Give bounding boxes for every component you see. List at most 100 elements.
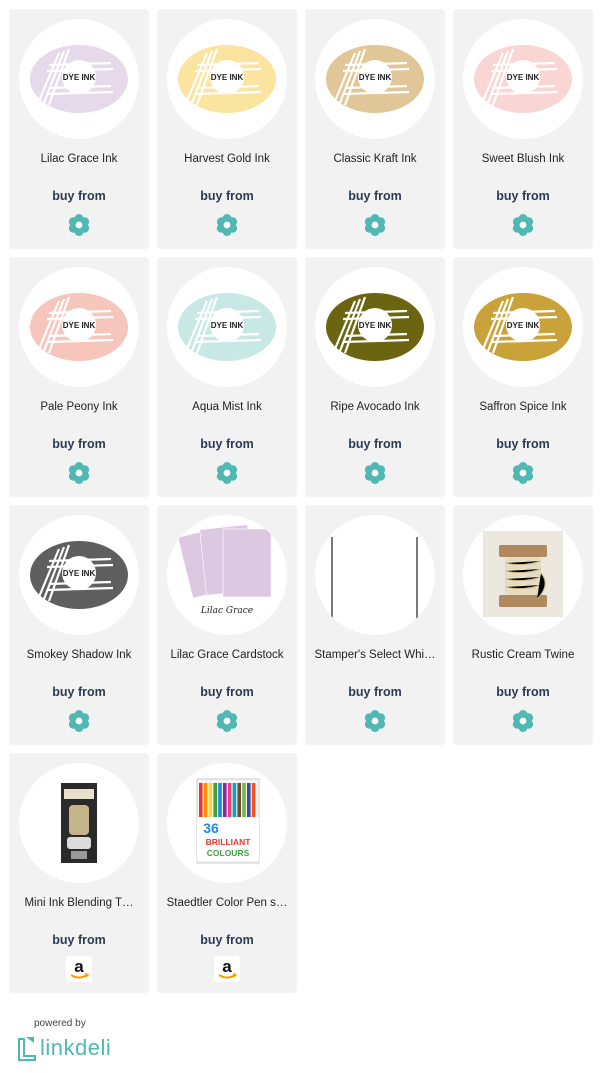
product-image[interactable]: DYE INK <box>315 19 435 139</box>
product-card[interactable]: DYE INK Pale Peony Ink buy from <box>9 257 149 497</box>
product-image[interactable]: 36 BRILLIANT COLOURS <box>167 763 287 883</box>
ink-pad-image: DYE INK <box>178 293 276 361</box>
flower-store-icon <box>512 710 534 732</box>
store-link[interactable] <box>214 460 240 486</box>
product-title[interactable]: Stamper's Select Whi… <box>309 649 441 662</box>
linkdeli-logo-icon <box>18 1037 36 1061</box>
store-link[interactable] <box>66 708 92 734</box>
product-title[interactable]: Smokey Shadow Ink <box>13 649 145 662</box>
product-image[interactable] <box>315 515 435 635</box>
flower-store-icon <box>68 710 90 732</box>
product-title[interactable]: Classic Kraft Ink <box>309 153 441 166</box>
flower-store-icon <box>364 462 386 484</box>
product-image[interactable]: DYE INK <box>463 19 583 139</box>
product-card[interactable]: DYE INK Smokey Shadow Ink buy from <box>9 505 149 745</box>
color-pens-image: 36 BRILLIANT COLOURS <box>196 778 260 864</box>
store-link[interactable] <box>362 212 388 238</box>
pens-brilliant-label: BRILLIANT <box>206 837 252 847</box>
ink-brand-label: DYE INK <box>359 73 392 82</box>
ink-brand-label: DYE INK <box>359 321 392 330</box>
product-card[interactable]: Lilac Grace Lilac Grace Cardstock buy fr… <box>157 505 297 745</box>
flower-store-icon <box>512 214 534 236</box>
store-link[interactable] <box>510 212 536 238</box>
twine-spool-image <box>483 531 563 617</box>
product-card[interactable]: DYE INK Sweet Blush Ink buy from <box>453 9 593 249</box>
buy-from-label: buy from <box>52 685 106 699</box>
product-card[interactable]: DYE INK Ripe Avocado Ink buy from <box>305 257 445 497</box>
store-link[interactable] <box>66 460 92 486</box>
ink-pad-image: DYE INK <box>30 45 128 113</box>
product-title[interactable]: Sweet Blush Ink <box>457 153 589 166</box>
product-card[interactable]: DYE INK Saffron Spice Ink buy from <box>453 257 593 497</box>
product-card[interactable]: DYE INK Classic Kraft Ink buy from <box>305 9 445 249</box>
product-title[interactable]: Ripe Avocado Ink <box>309 401 441 414</box>
buy-from-label: buy from <box>348 685 402 699</box>
amazon-store-icon: a <box>214 956 240 982</box>
ink-brand-label: DYE INK <box>63 73 96 82</box>
product-title[interactable]: Rustic Cream Twine <box>457 649 589 662</box>
ink-pad-image: DYE INK <box>474 293 572 361</box>
product-card[interactable]: Stamper's Select Whi… buy from <box>305 505 445 745</box>
product-title[interactable]: Aqua Mist Ink <box>161 401 293 414</box>
product-title[interactable]: Saffron Spice Ink <box>457 401 589 414</box>
product-title[interactable]: Mini Ink Blending T… <box>13 897 145 910</box>
flower-store-icon <box>216 710 238 732</box>
store-link[interactable] <box>362 460 388 486</box>
flower-store-icon <box>512 462 534 484</box>
product-image[interactable] <box>19 763 139 883</box>
product-grid: DYE INK Lilac Grace Ink buy from DYE INK… <box>9 9 593 993</box>
ink-brand-label: DYE INK <box>211 73 244 82</box>
product-title[interactable]: Staedtler Color Pen s… <box>161 897 293 910</box>
product-title[interactable]: Harvest Gold Ink <box>161 153 293 166</box>
product-image[interactable]: DYE INK <box>167 19 287 139</box>
store-link[interactable] <box>510 708 536 734</box>
ink-brand-label: DYE INK <box>507 321 540 330</box>
buy-from-label: buy from <box>496 685 550 699</box>
product-title[interactable]: Lilac Grace Ink <box>13 153 145 166</box>
product-card[interactable]: Mini Ink Blending T… buy from a <box>9 753 149 993</box>
store-link[interactable] <box>362 708 388 734</box>
product-card[interactable]: DYE INK Lilac Grace Ink buy from <box>9 9 149 249</box>
product-image[interactable]: DYE INK <box>167 267 287 387</box>
flower-store-icon <box>364 214 386 236</box>
buy-from-label: buy from <box>200 437 254 451</box>
buy-from-label: buy from <box>200 189 254 203</box>
product-image[interactable]: Lilac Grace <box>167 515 287 635</box>
powered-by-label: powered by <box>34 1018 86 1029</box>
buy-from-label: buy from <box>496 189 550 203</box>
product-card[interactable]: DYE INK Aqua Mist Ink buy from <box>157 257 297 497</box>
product-image[interactable]: DYE INK <box>19 515 139 635</box>
product-image[interactable]: DYE INK <box>19 267 139 387</box>
ink-pad-image: DYE INK <box>30 541 128 609</box>
flower-store-icon <box>364 710 386 732</box>
buy-from-label: buy from <box>200 933 254 947</box>
buy-from-label: buy from <box>52 933 106 947</box>
store-link[interactable] <box>214 708 240 734</box>
ink-brand-label: DYE INK <box>63 569 96 578</box>
product-image[interactable]: DYE INK <box>463 267 583 387</box>
buy-from-label: buy from <box>496 437 550 451</box>
product-card[interactable]: 36 BRILLIANT COLOURS Staedtler Color Pen… <box>157 753 297 993</box>
linkdeli-logo-text: linkdeli <box>40 1035 112 1060</box>
product-card[interactable]: DYE INK Harvest Gold Ink buy from <box>157 9 297 249</box>
product-image[interactable] <box>463 515 583 635</box>
pens-count-label: 36 <box>203 820 219 836</box>
buy-from-label: buy from <box>348 189 402 203</box>
store-link[interactable] <box>66 212 92 238</box>
product-title[interactable]: Lilac Grace Cardstock <box>161 649 293 662</box>
product-card[interactable]: Rustic Cream Twine buy from <box>453 505 593 745</box>
buy-from-label: buy from <box>52 189 106 203</box>
product-image[interactable]: DYE INK <box>19 19 139 139</box>
store-link[interactable] <box>214 212 240 238</box>
product-image[interactable]: DYE INK <box>315 267 435 387</box>
product-title[interactable]: Pale Peony Ink <box>13 401 145 414</box>
store-link[interactable]: a <box>214 956 240 982</box>
buy-from-label: buy from <box>200 685 254 699</box>
store-link[interactable]: a <box>66 956 92 982</box>
ink-pad-image: DYE INK <box>30 293 128 361</box>
store-link[interactable] <box>510 460 536 486</box>
ink-pad-image: DYE INK <box>178 45 276 113</box>
pens-colours-label: COLOURS <box>207 848 250 858</box>
flower-store-icon <box>216 214 238 236</box>
linkdeli-logo[interactable]: linkdeli <box>16 1035 126 1061</box>
